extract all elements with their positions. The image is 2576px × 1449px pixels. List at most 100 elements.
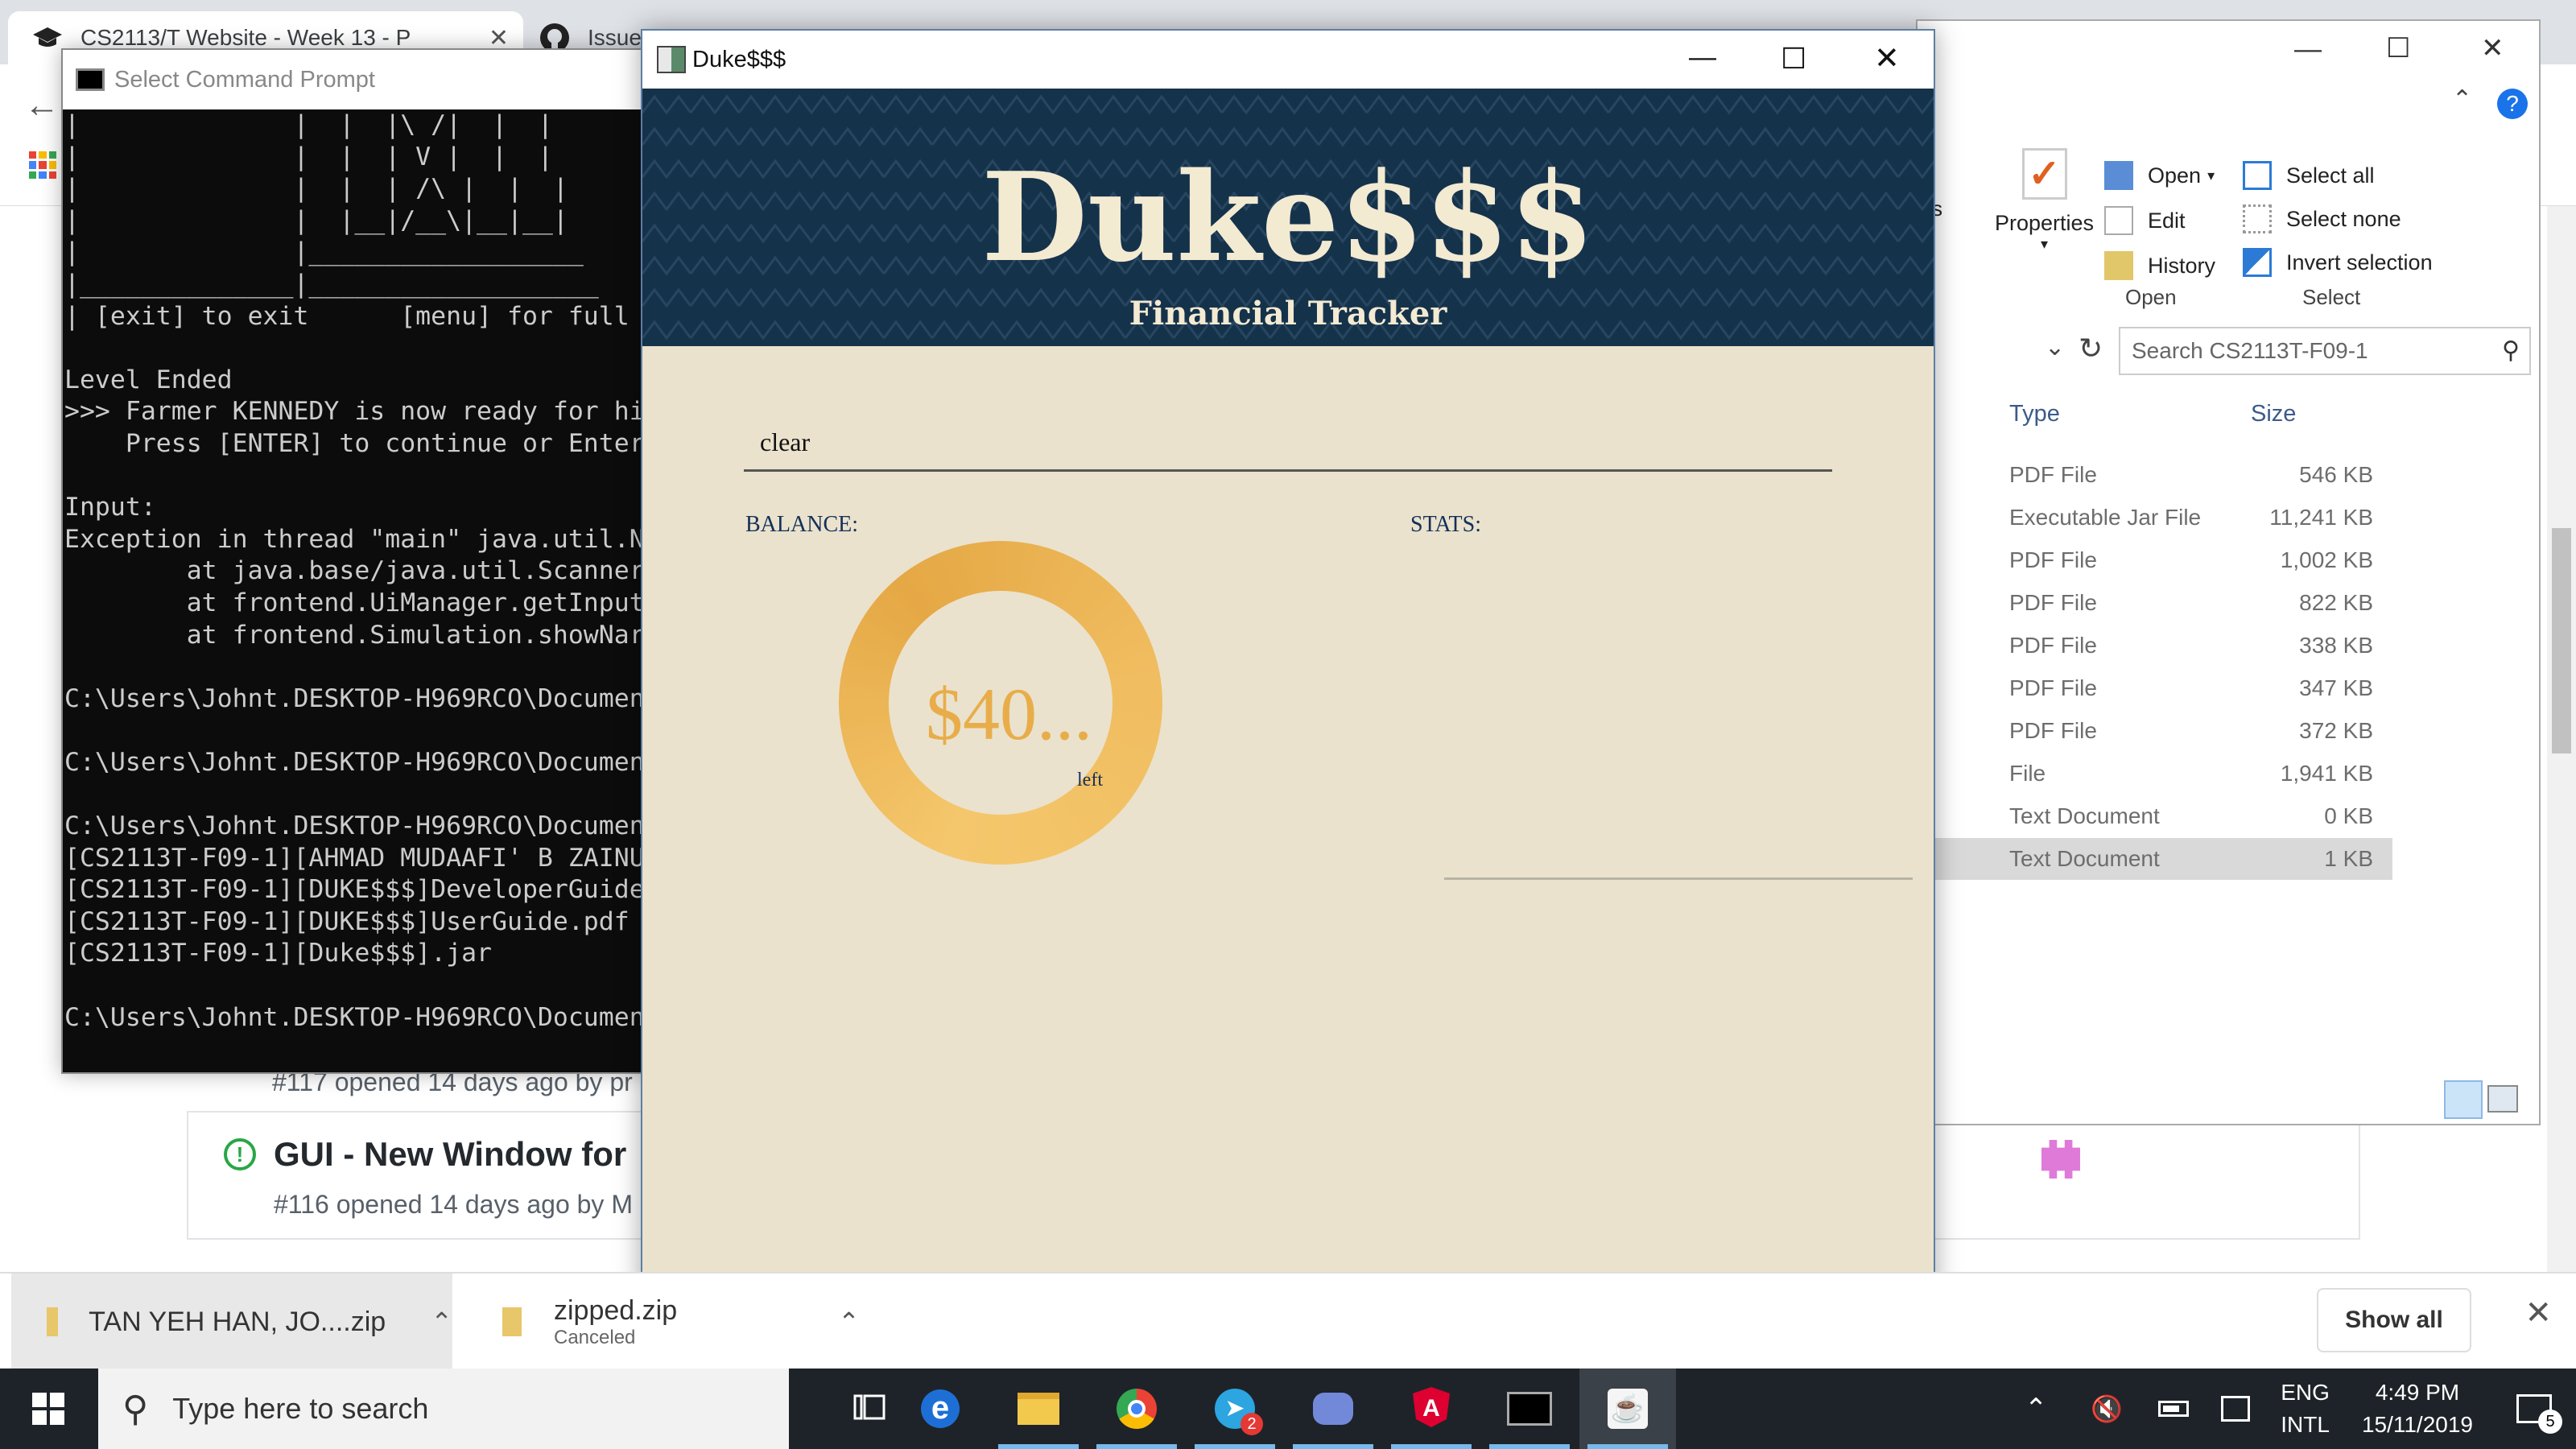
command-input[interactable] bbox=[744, 391, 1832, 472]
help-icon[interactable]: ? bbox=[2497, 89, 2528, 119]
angular-icon: A bbox=[1411, 1385, 1451, 1433]
cmd-line: | | | |\ /| | | bbox=[64, 110, 553, 139]
balance-ring-center: $40... left bbox=[889, 591, 1113, 815]
stats-divider bbox=[1444, 877, 1913, 880]
chevron-up-icon[interactable]: ⌃ bbox=[2025, 1393, 2048, 1425]
download-item[interactable]: zipped.zip Canceled ⌃ bbox=[467, 1274, 918, 1370]
network-icon[interactable] bbox=[2221, 1396, 2251, 1422]
file-row[interactable]: Text Document 0 KB bbox=[1918, 795, 2392, 837]
clock[interactable]: 4:49 PM 15/11/2019 bbox=[2362, 1377, 2473, 1441]
start-button[interactable] bbox=[0, 1368, 97, 1449]
large-icons-view-icon[interactable] bbox=[2487, 1085, 2518, 1113]
file-size: 347 KB bbox=[2299, 675, 2373, 700]
properties-button[interactable]: ✓ Properties ▾ bbox=[1995, 148, 2094, 253]
page-scrollbar[interactable] bbox=[2547, 206, 2576, 1272]
open-button[interactable]: Open ▾ bbox=[2104, 161, 2215, 190]
cmd-line: [CS2113T-F09-1][DUKE$$$]UserGuide.pdf bbox=[64, 906, 630, 936]
taskbar-app-java[interactable]: ☕ bbox=[1579, 1368, 1676, 1449]
cmd-line: >>> Farmer KENNEDY is now ready for hi bbox=[64, 397, 645, 427]
taskbar-app-command-prompt[interactable] bbox=[1481, 1368, 1578, 1449]
duke-header-banner: Duke$$$ Financial Tracker bbox=[642, 89, 1934, 346]
language-indicator[interactable]: ENG INTL bbox=[2281, 1377, 2330, 1441]
battery-icon[interactable] bbox=[2158, 1401, 2190, 1417]
file-row[interactable]: PDF File 338 KB bbox=[1918, 625, 2392, 667]
chevron-up-icon[interactable]: ⌃ bbox=[2452, 85, 2472, 114]
column-header-size[interactable]: Size bbox=[2251, 401, 2296, 427]
java-icon: ☕ bbox=[1608, 1389, 1648, 1429]
invert-selection-button[interactable]: Invert selection bbox=[2243, 248, 2433, 277]
cmd-line: Press [ENTER] to continue or Enter bbox=[64, 428, 645, 458]
edit-label: Edit bbox=[2148, 208, 2186, 233]
maximize-icon[interactable]: ☐ bbox=[1781, 42, 1806, 76]
file-size: 1 KB bbox=[2324, 846, 2373, 871]
cmd-line: at frontend.Simulation.showNar bbox=[64, 620, 645, 650]
taskbar-app-telegram[interactable]: ➤ 2 bbox=[1187, 1368, 1283, 1449]
close-icon[interactable]: ✕ bbox=[2481, 32, 2504, 64]
chevron-down-icon[interactable]: ⌄ bbox=[2045, 333, 2065, 361]
balance-amount: $40... bbox=[926, 673, 1092, 755]
notification-icon[interactable]: 5 bbox=[2516, 1394, 2562, 1434]
file-row[interactable]: Executable Jar File 11,241 KB bbox=[1918, 497, 2392, 539]
file-row[interactable]: Text Document 1 KB bbox=[1918, 838, 2392, 880]
minimize-icon[interactable]: — bbox=[2294, 34, 2322, 65]
speaker-muted-icon[interactable]: 🔇 bbox=[2091, 1393, 2123, 1424]
chevron-down-icon: ▾ bbox=[2041, 236, 2049, 252]
file-row[interactable]: PDF File 822 KB bbox=[1918, 582, 2392, 624]
cmd-line bbox=[64, 332, 647, 365]
explorer-search-input[interactable]: Search CS2113T-F09-1 ⚲ bbox=[2119, 327, 2531, 375]
refresh-icon[interactable]: ↻ bbox=[2079, 332, 2103, 365]
cmd-titlebar: Select Command Prompt bbox=[63, 50, 647, 109]
system-tray: ⌃ 🔇 ENG INTL 4:49 PM 15/11/2019 5 bbox=[2025, 1368, 2576, 1449]
file-row[interactable]: File 1,941 KB bbox=[1918, 753, 2392, 795]
cmd-line: | | |__|/__\|__|__| bbox=[64, 205, 568, 235]
cmd-line: | [exit] to exit [menu] for full bbox=[64, 301, 630, 331]
maximize-icon[interactable]: ☐ bbox=[2386, 32, 2410, 64]
file-row[interactable]: PDF File 347 KB bbox=[1918, 667, 2392, 709]
details-view-icon[interactable] bbox=[2444, 1080, 2483, 1119]
taskbar-search-box[interactable]: ⚲ Type here to search bbox=[98, 1368, 789, 1449]
download-name: TAN YEH HAN, JO....zip bbox=[89, 1306, 386, 1337]
cmd-line: Exception in thread "main" java.util.N bbox=[64, 524, 645, 554]
history-icon bbox=[2104, 251, 2133, 280]
taskbar-app-chrome[interactable] bbox=[1088, 1368, 1185, 1449]
column-header-type[interactable]: Type bbox=[2009, 401, 2060, 427]
file-size: 11,241 KB bbox=[2269, 505, 2373, 530]
issue-title[interactable]: GUI - New Window for bbox=[274, 1135, 626, 1174]
cmd-line: [CS2113T-F09-1][AHMAD MUDAAFI' B ZAINU bbox=[64, 843, 645, 873]
taskbar-app-angular[interactable]: A bbox=[1383, 1368, 1480, 1449]
chevron-up-icon[interactable]: ⌃ bbox=[431, 1307, 452, 1337]
cmd-output[interactable]: | | | |\ /| | | | | | | V | | | | | | | /\… bbox=[63, 109, 647, 1074]
taskbar-app-edge[interactable]: e bbox=[892, 1368, 989, 1449]
close-icon[interactable]: ✕ bbox=[1874, 40, 1900, 76]
explorer-search-placeholder: Search CS2113T-F09-1 bbox=[2132, 338, 2368, 363]
download-item[interactable]: TAN YEH HAN, JO....zip ⌃ bbox=[11, 1274, 452, 1370]
cmd-line: Input: bbox=[64, 493, 156, 522]
chevron-up-icon[interactable]: ⌃ bbox=[838, 1307, 860, 1337]
back-arrow-icon[interactable]: ← bbox=[24, 85, 60, 126]
close-downloads-icon[interactable]: ✕ bbox=[2524, 1294, 2552, 1331]
show-all-button[interactable]: Show all bbox=[2317, 1288, 2471, 1352]
chevron-down-icon: ▾ bbox=[2207, 167, 2215, 184]
select-all-button[interactable]: Select all bbox=[2243, 161, 2375, 190]
open-group-label: Open bbox=[2125, 285, 2177, 309]
file-size: 822 KB bbox=[2299, 590, 2373, 615]
apps-grid-icon[interactable] bbox=[29, 151, 56, 179]
cmd-line: Level Ended bbox=[64, 365, 233, 394]
select-group-label: Select bbox=[2302, 285, 2361, 309]
minimize-icon[interactable]: — bbox=[1689, 42, 1716, 73]
file-row[interactable]: PDF File 546 KB bbox=[1918, 454, 2392, 496]
history-button[interactable]: History bbox=[2104, 251, 2215, 280]
edit-button[interactable]: Edit bbox=[2104, 206, 2186, 235]
file-row[interactable]: PDF File 372 KB bbox=[1918, 710, 2392, 752]
select-none-button[interactable]: Select none bbox=[2243, 204, 2401, 233]
invert-selection-icon bbox=[2243, 248, 2272, 277]
taskbar-app-file-explorer[interactable] bbox=[990, 1368, 1087, 1449]
search-icon: ⚲ bbox=[2502, 337, 2520, 364]
cmd-line bbox=[64, 715, 647, 747]
search-icon: ⚲ bbox=[122, 1389, 149, 1429]
taskbar-app-discord[interactable] bbox=[1285, 1368, 1381, 1449]
file-row[interactable]: PDF File 1,002 KB bbox=[1918, 539, 2392, 581]
java-app-icon bbox=[657, 46, 686, 73]
cmd-line: | | | | /\ | | | bbox=[64, 174, 568, 204]
file-size: 372 KB bbox=[2299, 718, 2373, 743]
